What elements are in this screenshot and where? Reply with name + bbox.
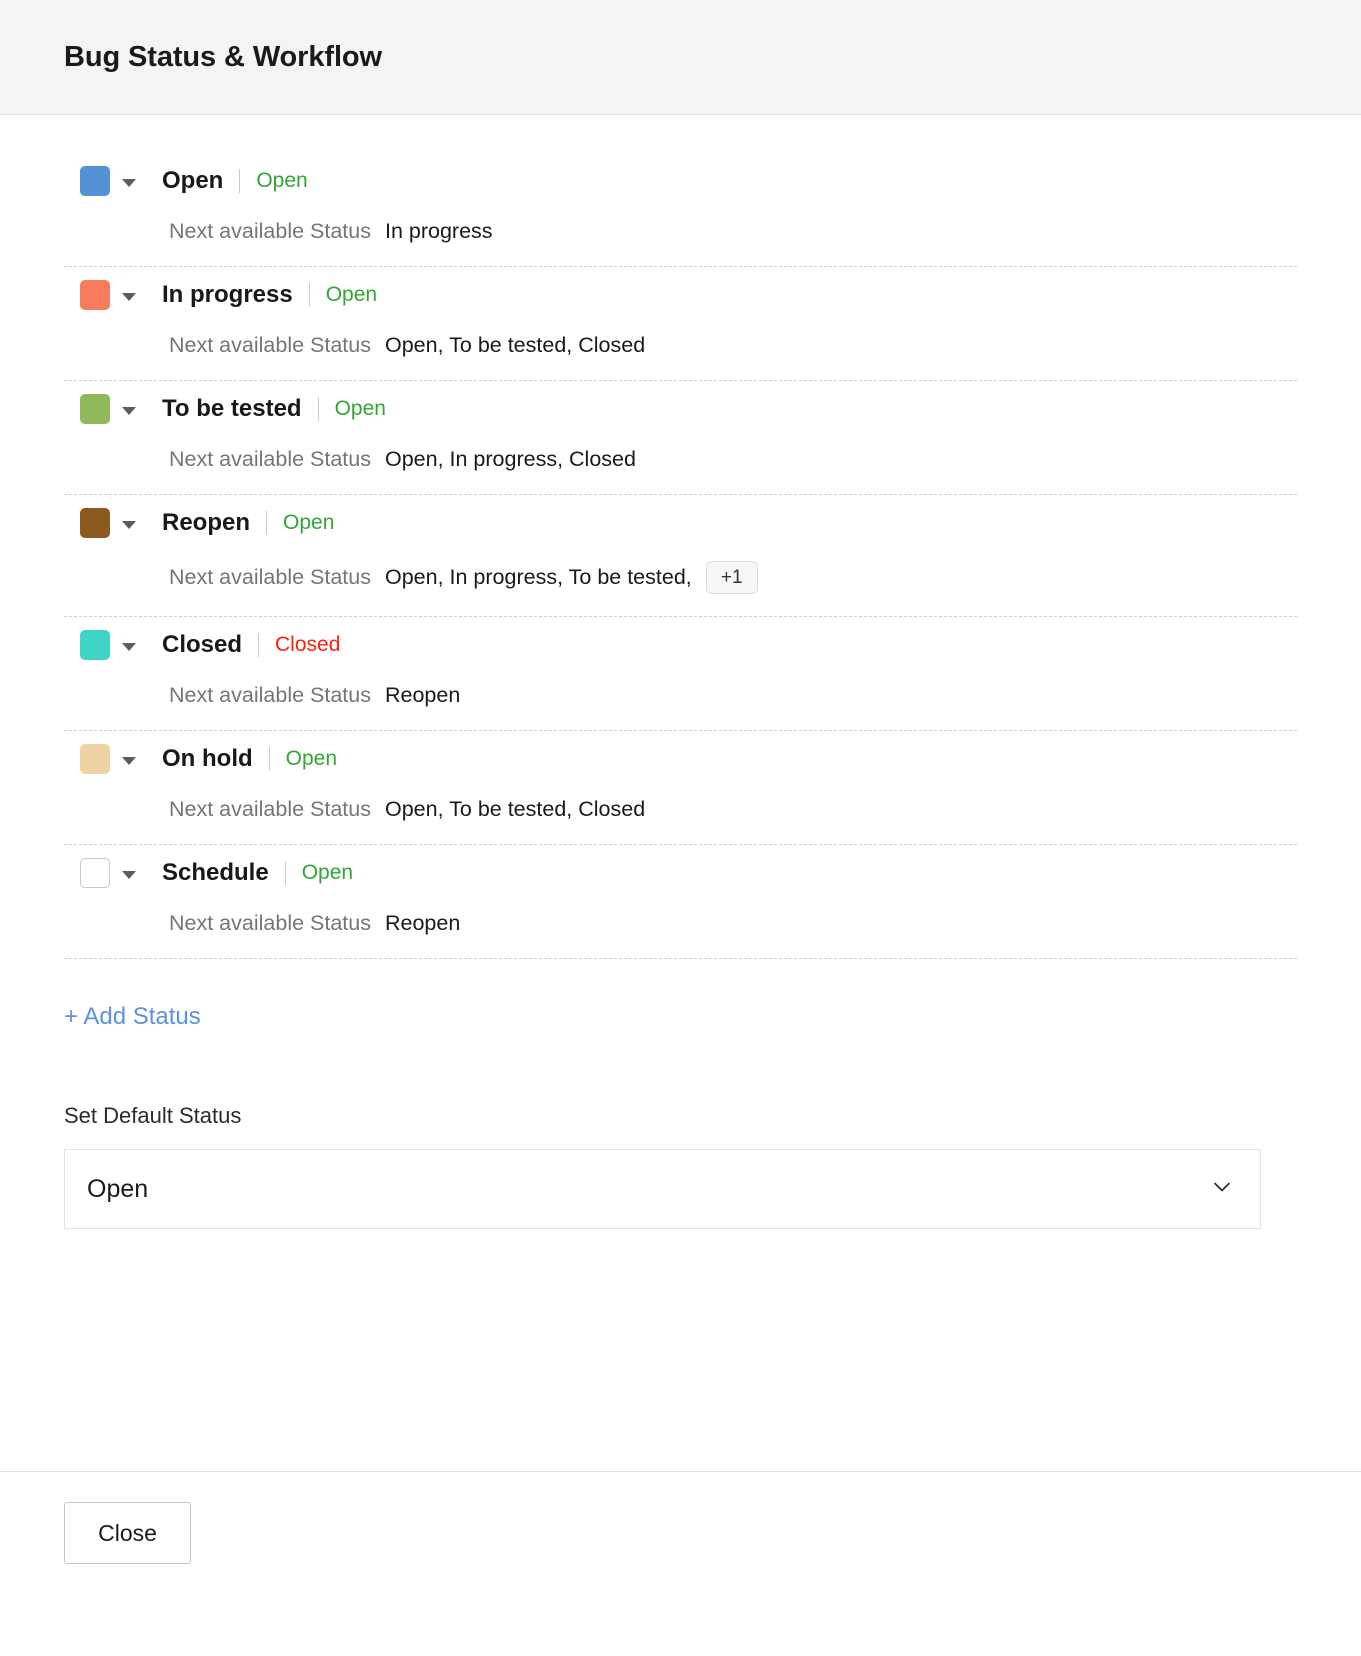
status-color-swatch[interactable] [80, 858, 110, 888]
next-status-label: Next available Status [169, 565, 371, 589]
status-type-badge: Open [301, 861, 354, 884]
status-name: Closed [162, 631, 243, 658]
dialog-body: Open Open Next available Status In progress… [0, 115, 1361, 1471]
status-color-swatch[interactable] [80, 744, 110, 774]
status-name: Open [162, 167, 224, 194]
caret-down-icon[interactable] [122, 179, 136, 187]
add-status-link[interactable]: + Add Status [64, 1003, 201, 1031]
status-row-header: On hold Open [64, 739, 1297, 779]
caret-down-icon[interactable] [122, 407, 136, 415]
caret-down-icon[interactable] [122, 643, 136, 651]
status-color-swatch[interactable] [80, 280, 110, 310]
status-name: On hold [162, 745, 253, 772]
next-status-value: Open, In progress, Closed [384, 447, 636, 471]
vertical-divider [268, 747, 270, 771]
page-title: Bug Status & Workflow [64, 40, 382, 73]
status-row: Reopen Open Next available Status Open, In … [64, 495, 1297, 617]
status-color-swatch[interactable] [80, 508, 110, 538]
default-status-value: Open [87, 1174, 149, 1203]
default-status-block: Set Default Status Open [64, 1103, 1297, 1229]
more-statuses-badge[interactable]: +1 [705, 561, 758, 594]
status-detail: Next available Status Open, To be tested,… [64, 333, 1297, 358]
caret-down-icon[interactable] [122, 293, 136, 301]
status-color-swatch[interactable] [80, 166, 110, 196]
status-type-badge: Open [283, 511, 335, 534]
status-type-badge: Open [325, 283, 378, 306]
next-status-value: In progress [384, 219, 493, 243]
status-row-header: Schedule Open [64, 853, 1297, 893]
status-detail: Next available Status In progress [64, 219, 1297, 244]
status-type-badge: Open [334, 397, 386, 420]
status-name: Reopen [162, 509, 251, 536]
status-row: Open Open Next available Status In progress [64, 161, 1297, 267]
next-status-label: Next available Status [169, 333, 371, 357]
status-row-header: In progress Open [64, 275, 1297, 315]
vertical-divider [266, 511, 268, 535]
status-detail: Next available Status Reopen [64, 911, 1297, 936]
next-status-label: Next available Status [169, 683, 371, 707]
status-type-badge: Open [285, 747, 338, 770]
next-status-value: Open, In progress, To be tested, [384, 565, 692, 589]
status-list: Open Open Next available Status In progress… [64, 115, 1297, 959]
vertical-divider [284, 861, 286, 885]
caret-down-icon[interactable] [122, 871, 136, 879]
next-status-value: Open, To be tested, Closed [384, 333, 646, 357]
status-color-swatch[interactable] [80, 630, 110, 660]
next-status-value: Reopen [384, 911, 461, 935]
next-status-value: Reopen [384, 683, 461, 707]
status-row-header: Reopen Open [64, 503, 1297, 543]
vertical-divider [239, 169, 241, 193]
next-status-label: Next available Status [169, 219, 371, 243]
status-type-badge: Closed [275, 633, 341, 656]
status-name: Schedule [162, 859, 269, 886]
vertical-divider [317, 397, 319, 421]
status-name: In progress [162, 281, 293, 308]
default-status-select[interactable]: Open [64, 1149, 1261, 1229]
status-detail: Next available Status Open, In progress, … [64, 447, 1297, 472]
status-color-swatch[interactable] [80, 394, 110, 424]
vertical-divider [308, 283, 310, 307]
status-row: On hold Open Next available Status Open, To… [64, 731, 1297, 845]
vertical-divider [258, 633, 260, 657]
status-name: To be tested [162, 395, 302, 422]
next-status-label: Next available Status [169, 447, 371, 471]
close-button[interactable]: Close [64, 1502, 191, 1564]
status-detail: Next available Status Open, To be tested,… [64, 797, 1297, 822]
default-status-label: Set Default Status [64, 1103, 242, 1128]
status-row-header: Closed Closed [64, 625, 1297, 665]
status-type-badge: Open [256, 169, 308, 192]
status-row: To be tested Open Next available Status Ope… [64, 381, 1297, 495]
caret-down-icon[interactable] [122, 521, 136, 529]
status-row: In progress Open Next available Status Open… [64, 267, 1297, 381]
next-status-label: Next available Status [169, 797, 371, 821]
status-row: Schedule Open Next available Status Reopen [64, 845, 1297, 959]
next-status-label: Next available Status [169, 911, 371, 935]
status-detail: Next available Status Open, In progress, … [64, 561, 1297, 594]
caret-down-icon[interactable] [122, 757, 136, 765]
dialog-header: Bug Status & Workflow [0, 0, 1361, 115]
chevron-down-icon [1212, 1177, 1232, 1197]
dialog-footer: Close [0, 1471, 1361, 1656]
status-detail: Next available Status Reopen [64, 683, 1297, 708]
status-row: Closed Closed Next available Status Reopen [64, 617, 1297, 731]
status-row-header: Open Open [64, 161, 1297, 201]
next-status-value: Open, To be tested, Closed [384, 797, 646, 821]
status-row-header: To be tested Open [64, 389, 1297, 429]
